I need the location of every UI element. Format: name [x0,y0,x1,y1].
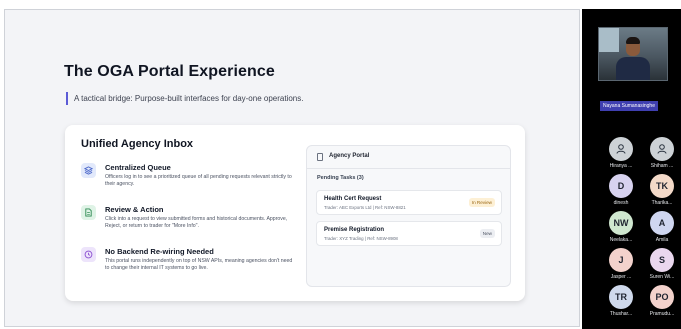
pending-tasks-label: Pending Tasks (3) [317,175,364,181]
feature-title: Review & Action [105,205,164,214]
participant-tile[interactable]: J Jasper ... [601,248,641,280]
participant-tile[interactable]: NW Neelaka... [601,211,641,243]
video-window [599,28,619,52]
presentation-slide: The OGA Portal Experience A tactical bri… [4,9,580,327]
video-person-torso [616,57,650,80]
task-card[interactable]: Health Cert Request Trader: ABC Exports … [316,190,502,215]
status-badge: New [479,229,495,238]
presenter-video[interactable] [598,27,668,81]
participant-avatar: TR [609,285,633,309]
participant-avatar: A [650,211,674,235]
accent-bar [66,92,68,105]
participant-tile[interactable]: PO Pramudu... [642,285,681,317]
participant-avatar: S [650,248,674,272]
participant-name: Thushar... [609,311,633,317]
participant-name: Pramudu... [649,311,675,317]
participant-name: Hiranya ... [609,163,633,169]
inbox-card: Unified Agency Inbox Centralized Queue O… [65,125,525,301]
portal-title: Agency Portal [329,153,370,159]
participant-tile[interactable]: Shiham ... [642,137,681,169]
inbox-heading: Unified Agency Inbox [81,138,194,150]
task-name: Premise Registration [324,227,385,233]
slide-subtitle: A tactical bridge: Purpose-built interfa… [74,94,304,103]
participants-panel: Nayana Sumanasinghe Hiranya ... Shiham ..… [582,9,681,329]
task-meta: Trader: ABC Exports Ltd | Ref: NSW-8821 [324,205,406,210]
participant-tile[interactable]: TK Tharika... [642,174,681,206]
participant-avatar: TK [650,174,674,198]
feature-title: No Backend Re-wiring Needed [105,247,214,256]
participant-name: Shiham ... [650,163,674,169]
portal-header: Agency Portal [307,146,510,169]
participant-name: Suren Wi... [649,274,675,280]
clock-icon [81,247,96,262]
feature-no-backend: No Backend Re-wiring Needed This portal … [81,247,296,287]
participant-tile[interactable]: Ddinesh [601,174,641,206]
feature-description: Officers log in to see a prioritized que… [105,174,292,187]
participant-name: Neelaka... [609,237,633,243]
feature-centralized-queue: Centralized Queue Officers log in to see… [81,163,296,193]
person-icon [650,137,674,161]
feature-review-action: Review & Action Click into a request to … [81,205,296,237]
participant-name: Tharika... [651,200,673,206]
feature-title: Centralized Queue [105,163,171,172]
status-badge: In Review [468,198,495,207]
participant-avatar: D [609,174,633,198]
task-meta: Trader: XYZ Trading | Ref: NSW-8908 [324,236,398,241]
participant-avatar: PO [650,285,674,309]
participant-tile[interactable]: A Amila [642,211,681,243]
slide-subtitle-row: A tactical bridge: Purpose-built interfa… [66,92,303,105]
slide-title: The OGA Portal Experience [64,63,275,80]
task-card[interactable]: Premise Registration Trader: XYZ Trading… [316,221,502,246]
participant-tile[interactable]: S Suren Wi... [642,248,681,280]
video-person-hair [626,37,640,44]
person-icon [609,137,633,161]
agency-portal-mockup: Agency Portal Pending Tasks (3) Health C… [306,145,511,287]
feature-description: Click into a request to view submitted f… [105,216,288,229]
document-icon [81,205,96,220]
participant-avatar: J [609,248,633,272]
layers-icon [81,163,96,178]
participant-tile[interactable]: Hiranya ... [601,137,641,169]
participant-name: Jasper ... [610,274,632,280]
presenter-name-tag: Nayana Sumanasinghe [600,101,658,111]
task-name: Health Cert Request [324,196,382,202]
participant-name: dinesh [613,200,629,206]
participant-name: Amila [655,237,669,243]
participant-tile[interactable]: TR Thushar... [601,285,641,317]
clipboard-icon [317,153,323,161]
feature-description: This portal runs independently on top of… [105,258,293,271]
participant-avatar: NW [609,211,633,235]
